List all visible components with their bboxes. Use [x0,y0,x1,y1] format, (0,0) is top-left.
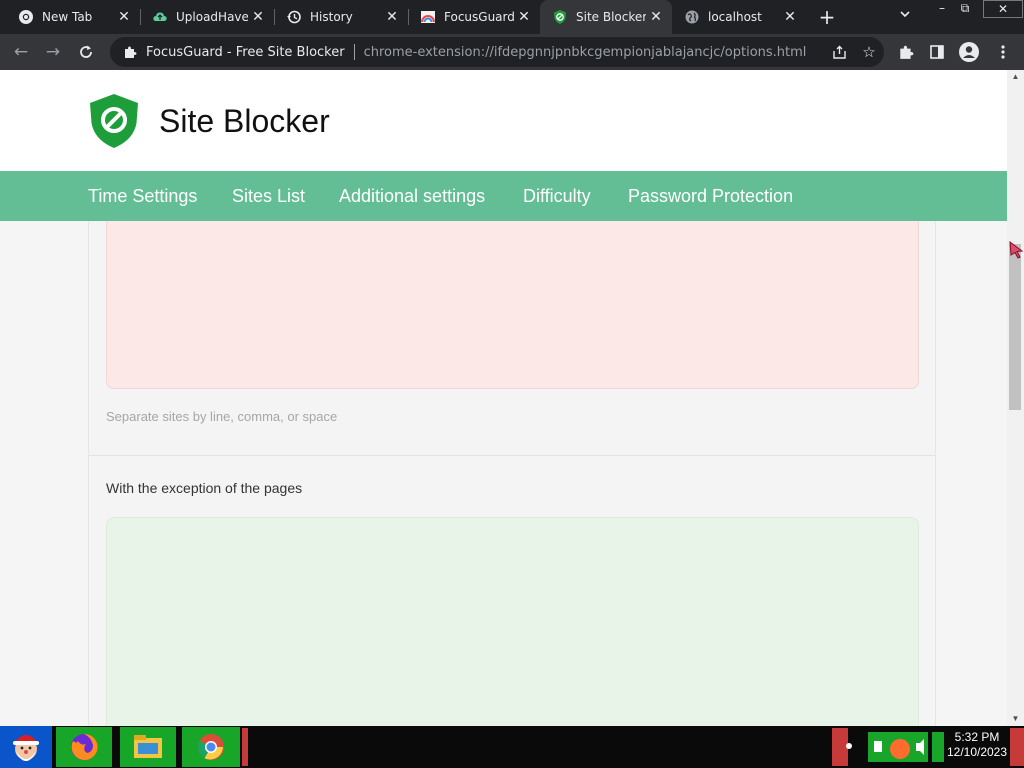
close-icon[interactable]: ✕ [114,9,134,25]
nav-difficulty[interactable]: Difficulty [523,171,591,221]
page-header: Site Blocker [0,70,1007,171]
globe-icon [684,9,700,25]
start-santa-icon[interactable] [0,726,52,768]
close-icon[interactable]: ✕ [780,9,800,25]
show-desktop-marker[interactable] [1010,728,1024,766]
nav-password-protection[interactable]: Password Protection [628,171,793,221]
shield-icon [552,9,568,25]
extensions-puzzle-icon[interactable] [892,38,920,66]
bookmark-star-icon[interactable]: ☆ [854,37,884,67]
omnibox-divider [353,44,355,60]
scroll-up-arrow-icon[interactable]: ▲ [1007,70,1024,84]
exceptions-label: With the exception of the pages [106,480,303,496]
profile-avatar-icon[interactable] [955,38,983,66]
section-divider [89,455,935,456]
close-icon[interactable]: ✕ [514,9,534,25]
tray-icons[interactable] [868,732,928,762]
omnibox-site-name: FocusGuard - Free Site Blocker [146,44,345,60]
history-icon [286,9,302,25]
scroll-down-arrow-icon[interactable]: ▼ [1007,712,1024,726]
browser-tab-strip: New Tab ✕ UploadHaven ✕ History ✕ FocusG… [0,0,1024,34]
omnibox-url[interactable]: chrome-extension://ifdepgnnjpnbkcgempion… [364,45,824,60]
clock-time: 5:32 PM [954,730,1000,744]
sites-list-panel: Separate sites by line, comma, or space … [88,221,936,726]
tray-green-marker [932,732,944,762]
close-icon[interactable]: ✕ [382,9,402,25]
main-nav: Time Settings Sites List Additional sett… [0,171,1007,221]
tray-dot [846,743,852,749]
chrome-icon [192,729,230,765]
taskbar-red-marker [242,728,248,766]
tab-localhost[interactable]: localhost ✕ [672,0,806,34]
taskbar-firefox[interactable] [56,727,112,767]
blocked-sites-textarea[interactable] [106,221,919,389]
blocked-sites-hint: Separate sites by line, comma, or space [106,409,338,424]
window-close-button[interactable]: ✕ [983,0,1023,18]
share-icon[interactable] [824,37,854,67]
page-title: Site Blocker [159,103,330,139]
tab-new-tab[interactable]: New Tab ✕ [6,0,140,34]
tab-title: Site Blocker [576,10,646,24]
clock-date: 12/10/2023 [946,745,1008,759]
tab-focusguard[interactable]: FocusGuard ✕ [408,0,540,34]
tab-search-chevron-down-icon[interactable] [895,6,915,26]
exceptions-textarea[interactable] [106,517,919,726]
cloud-icon [152,9,168,25]
firefox-icon [65,729,103,765]
taskbar-clock[interactable]: 5:32 PM 12/10/2023 [945,730,1009,764]
restore-button[interactable]: ⧉ [951,0,979,18]
tab-title: History [310,10,353,24]
rainbow-icon [420,9,436,25]
tab-title: FocusGuard [444,10,514,24]
close-icon[interactable]: ✕ [646,9,666,25]
browser-toolbar: ← → FocusGuard - Free Site Blocker chrom… [0,34,1024,70]
folder-icon [129,729,167,765]
chrome-icon [18,9,34,25]
nav-sites-list[interactable]: Sites List [232,171,305,221]
page-viewport: Site Blocker Time Settings Sites List Ad… [0,70,1007,726]
forward-arrow-icon[interactable]: → [39,38,67,66]
new-tab-button[interactable]: + [814,4,840,30]
reload-icon[interactable] [72,38,100,66]
scrollbar-thumb[interactable] [1009,244,1021,410]
page-scrollbar[interactable]: ▲ ▼ [1007,70,1024,726]
shield-logo-icon [90,94,138,148]
tab-title: localhost [708,10,762,24]
address-bar[interactable]: FocusGuard - Free Site Blocker chrome-ex… [110,37,884,67]
extension-puzzle-icon [122,44,138,60]
nav-time-settings[interactable]: Time Settings [88,171,197,221]
taskbar-file-explorer[interactable] [120,727,176,767]
mouse-cursor-icon [1009,241,1024,259]
kebab-menu-icon[interactable] [989,38,1017,66]
nav-additional-settings[interactable]: Additional settings [339,171,485,221]
back-arrow-icon[interactable]: ← [7,38,35,66]
tab-uploadhaven[interactable]: UploadHaven ✕ [140,0,274,34]
side-panel-icon[interactable] [923,38,951,66]
tab-history[interactable]: History ✕ [274,0,408,34]
tab-site-blocker[interactable]: Site Blocker ✕ [540,0,672,34]
close-icon[interactable]: ✕ [248,9,268,25]
os-taskbar: 5:32 PM 12/10/2023 [0,726,1024,768]
tab-title: New Tab [42,10,93,24]
taskbar-chrome[interactable] [182,727,240,767]
tab-title: UploadHaven [176,10,248,24]
